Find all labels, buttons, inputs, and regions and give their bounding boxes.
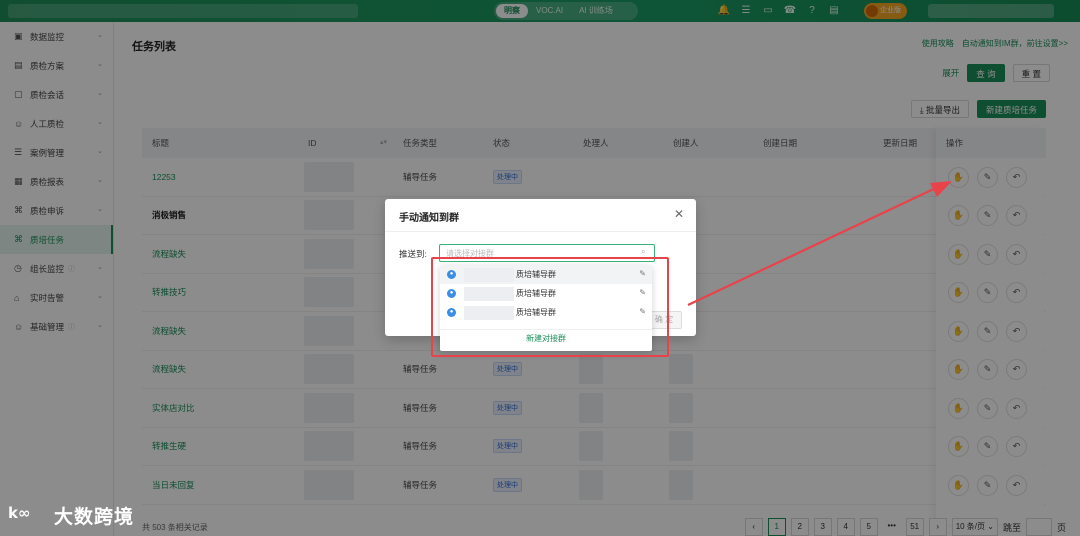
push-to-label: 推送到:	[399, 249, 427, 259]
close-icon[interactable]: ✕	[674, 207, 684, 221]
modal-divider	[385, 231, 696, 232]
watermark-text: 大数跨境	[54, 507, 135, 528]
watermark: k∞ 大数跨境	[8, 502, 134, 529]
highlight-box	[431, 257, 669, 357]
modal-title: 手动通知到群	[399, 213, 459, 224]
watermark-logo: k∞	[8, 503, 31, 522]
search-icon: ⌕	[641, 247, 646, 256]
